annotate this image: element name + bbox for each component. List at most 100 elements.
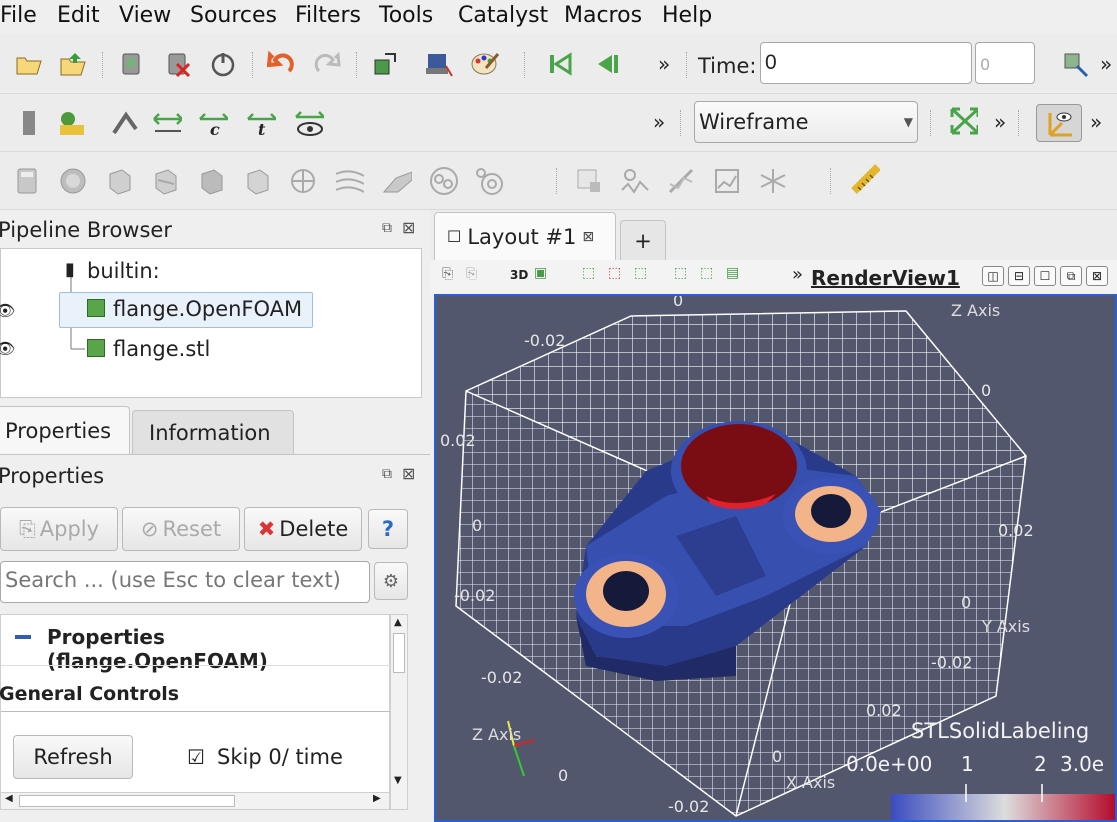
calculator-icon[interactable] [12,166,42,196]
warp-vector-icon[interactable] [382,166,412,196]
toolbar-overflow-icon[interactable]: » [1100,52,1112,76]
menu-catalyst[interactable]: Catalyst [458,3,548,28]
menu-macros[interactable]: Macros [564,3,642,28]
select-cells-icon[interactable]: ⬚ [582,265,595,281]
connect-icon[interactable] [116,49,146,79]
select-frustum-icon[interactable]: ⬚ [634,265,647,281]
first-frame-icon[interactable] [545,49,575,79]
stream-tracer-icon[interactable] [334,166,364,196]
reset-camera-icon[interactable] [948,106,978,136]
render-view[interactable]: -0.02 0 0.02 0 -0.02 -0.02 0 0.02 0 -0.0… [434,294,1117,822]
scroll-left-icon[interactable]: ◀ [5,793,13,804]
delete-button[interactable]: ✖ Delete [244,507,362,551]
undo-icon[interactable] [266,49,296,79]
hover-points-icon[interactable]: ▤ [726,265,739,281]
scroll-thumb[interactable] [393,633,405,673]
rescale-custom-c-icon[interactable]: c [198,108,228,138]
toolbar-overflow-icon[interactable]: » [658,52,670,76]
toolbar-overflow-icon[interactable]: » [792,264,803,285]
representation-dropdown[interactable]: Wireframe ▼ [694,101,918,143]
scroll-up-icon[interactable]: ▲ [394,617,402,628]
interactive-select-icon[interactable]: ⬚ [700,265,713,281]
camera-undo-icon[interactable] [370,49,400,79]
visibility-eye-icon[interactable]: 👁 [0,339,15,358]
time-input[interactable] [760,42,972,84]
extract-subset-icon[interactable] [242,166,272,196]
horizontal-scrollbar[interactable]: ◀ ▶ [0,792,390,810]
redo-icon[interactable] [312,49,342,79]
plot-matrix-icon[interactable] [758,166,788,196]
color-palette-icon[interactable] [470,49,500,79]
collapse-icon[interactable] [15,635,31,639]
plot-data-icon[interactable] [712,166,742,196]
pick-center-icon[interactable] [424,49,454,79]
split-copy-icon[interactable]: ⎘ [466,266,477,282]
previous-frame-icon[interactable] [591,49,621,79]
add-layout-tab[interactable]: + [620,220,666,260]
toolbar-overflow-icon[interactable]: » [1090,110,1102,134]
menu-sources[interactable]: Sources [190,3,277,28]
load-state-icon[interactable] [58,49,88,79]
slice-icon[interactable] [150,166,180,196]
maximize-view-button[interactable]: ☐ [1034,266,1056,286]
tab-properties[interactable]: Properties [0,406,130,454]
toolbar-overflow-icon[interactable]: » [994,110,1006,134]
select-block-icon[interactable]: ⬚ [674,265,687,281]
vertical-scrollbar[interactable]: ▲ ▼ [390,614,408,810]
tree-root-builtin[interactable]: builtin: [87,259,160,283]
threshold-icon[interactable] [196,166,226,196]
group-datasets-icon[interactable] [428,166,458,196]
edit-colormap-icon[interactable] [56,108,86,138]
show-color-legend-icon[interactable] [14,108,44,138]
refresh-button[interactable]: Refresh [13,735,133,779]
menu-edit[interactable]: Edit [57,3,100,28]
reset-session-icon[interactable] [208,49,238,79]
glyph-icon[interactable] [288,166,318,196]
plot-selection-icon[interactable] [620,166,650,196]
rescale-visible-icon[interactable] [294,108,324,138]
extract-selection-icon[interactable] [574,166,604,196]
select-points-icon[interactable]: ⬚ [608,265,621,281]
menu-help[interactable]: Help [662,3,712,28]
menu-filters[interactable]: Filters [295,3,361,28]
scroll-down-icon[interactable]: ▼ [394,775,402,786]
plot-over-line-icon[interactable] [666,166,696,196]
find-data-icon[interactable] [1060,49,1090,79]
scroll-right-icon[interactable]: ▶ [373,793,381,804]
3d-toggle-button[interactable]: 3D [510,268,528,282]
advanced-gear-button[interactable]: ⚙ [374,562,408,600]
tab-layout-1[interactable]: ☐ Layout #1 ⊠ [434,212,616,260]
apply-button[interactable]: ⎘ Apply [0,507,118,551]
skip-zero-checkbox[interactable]: ☑ [187,745,205,769]
float-panel-icon[interactable]: ⧉ [382,466,392,482]
reset-range-icon[interactable] [110,108,140,138]
float-panel-icon[interactable]: ⧉ [382,220,392,236]
clip-icon[interactable] [104,166,134,196]
disconnect-icon[interactable] [162,49,192,79]
tree-item-flange-stl[interactable]: flange.stl [113,337,210,361]
tab-information[interactable]: Information [132,410,294,454]
search-input[interactable]: Search ... (use Esc to clear text) [0,561,370,603]
split-vertical-button[interactable]: ⊟ [1008,266,1030,286]
open-folder-icon[interactable] [14,49,44,79]
orientation-axes-icon[interactable] [1036,104,1082,142]
ruler-icon[interactable] [850,164,880,194]
close-tab-icon[interactable]: ⊠ [582,229,594,245]
extract-level-icon[interactable] [474,166,504,196]
tree-item-flange-openfoam[interactable]: flange.OpenFOAM [113,297,302,321]
close-view-button[interactable]: ⊠ [1086,266,1108,286]
close-panel-icon[interactable]: ⊠ [402,218,415,237]
float-view-button[interactable]: ⧉ [1060,266,1082,286]
rescale-custom-icon[interactable] [152,108,182,138]
help-button[interactable]: ? [368,509,408,549]
menu-view[interactable]: View [119,3,171,28]
visibility-eye-icon[interactable]: 👁 [0,301,15,320]
capture-icon[interactable]: ⎘ [442,266,453,282]
split-horizontal-button[interactable]: ◫ [982,266,1004,286]
contour-icon[interactable] [58,166,88,196]
close-panel-icon[interactable]: ⊠ [402,464,415,483]
menu-tools[interactable]: Tools [379,3,433,28]
camera-icon[interactable]: ▣ [534,265,547,281]
menu-file[interactable]: File [0,3,37,28]
scroll-thumb[interactable] [19,795,235,807]
